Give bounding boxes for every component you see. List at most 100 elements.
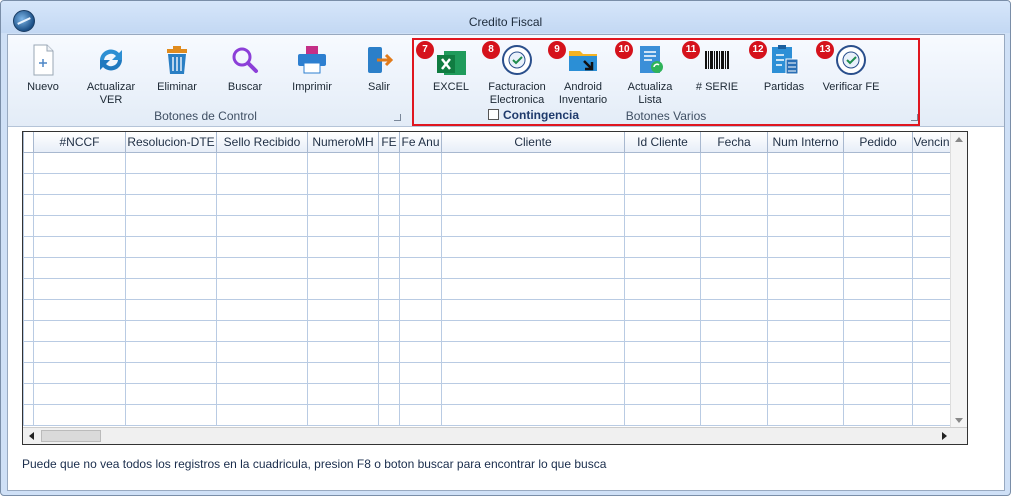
table-cell[interactable] — [700, 193, 768, 216]
table-cell[interactable] — [125, 340, 217, 363]
table-cell[interactable] — [399, 361, 442, 384]
table-cell[interactable] — [33, 172, 126, 195]
table-cell[interactable] — [378, 151, 400, 174]
table-cell[interactable] — [843, 256, 913, 279]
table-cell[interactable] — [33, 298, 126, 321]
table-cell[interactable] — [125, 172, 217, 195]
table-cell[interactable] — [912, 193, 951, 216]
table-cell[interactable] — [700, 172, 768, 195]
table-cell[interactable] — [912, 319, 951, 342]
table-cell[interactable] — [441, 403, 625, 426]
table-cell[interactable] — [216, 277, 308, 300]
row-header-cell[interactable] — [23, 214, 34, 237]
table-cell[interactable] — [399, 277, 442, 300]
table-row[interactable] — [23, 361, 951, 384]
table-cell[interactable] — [33, 382, 126, 405]
table-cell[interactable] — [216, 340, 308, 363]
serie-button[interactable]: 11 # SERIE — [682, 41, 750, 94]
table-cell[interactable] — [767, 340, 844, 363]
table-cell[interactable] — [307, 340, 379, 363]
table-cell[interactable] — [307, 214, 379, 237]
table-cell[interactable] — [767, 151, 844, 174]
table-row[interactable] — [23, 382, 951, 405]
table-cell[interactable] — [216, 172, 308, 195]
table-cell[interactable] — [399, 151, 442, 174]
table-cell[interactable] — [378, 403, 400, 426]
table-cell[interactable] — [378, 235, 400, 258]
table-cell[interactable] — [33, 340, 126, 363]
table-cell[interactable] — [700, 361, 768, 384]
table-cell[interactable] — [767, 235, 844, 258]
table-cell[interactable] — [399, 214, 442, 237]
table-cell[interactable] — [33, 319, 126, 342]
table-cell[interactable] — [843, 172, 913, 195]
column-header-vencimiento[interactable]: Vencin — [912, 132, 951, 153]
table-row[interactable] — [23, 319, 951, 342]
table-cell[interactable] — [441, 172, 625, 195]
table-cell[interactable] — [378, 277, 400, 300]
table-cell[interactable] — [399, 193, 442, 216]
table-cell[interactable] — [441, 151, 625, 174]
table-cell[interactable] — [843, 382, 913, 405]
row-header-cell[interactable] — [23, 256, 34, 279]
table-cell[interactable] — [843, 151, 913, 174]
table-cell[interactable] — [912, 403, 951, 426]
table-cell[interactable] — [700, 151, 768, 174]
table-cell[interactable] — [843, 193, 913, 216]
table-row[interactable] — [23, 193, 951, 216]
table-cell[interactable] — [912, 382, 951, 405]
table-cell[interactable] — [399, 382, 442, 405]
table-cell[interactable] — [441, 277, 625, 300]
refresh-view-button[interactable]: Actualizar VER — [78, 43, 144, 107]
table-cell[interactable] — [624, 214, 701, 237]
table-cell[interactable] — [216, 382, 308, 405]
table-cell[interactable] — [33, 256, 126, 279]
table-cell[interactable] — [912, 151, 951, 174]
table-cell[interactable] — [624, 361, 701, 384]
table-cell[interactable] — [399, 319, 442, 342]
table-cell[interactable] — [624, 172, 701, 195]
column-header-fecha[interactable]: Fecha — [700, 132, 768, 153]
column-header-cliente[interactable]: Cliente — [441, 132, 625, 153]
table-cell[interactable] — [33, 277, 126, 300]
table-cell[interactable] — [125, 214, 217, 237]
table-row[interactable] — [23, 340, 951, 363]
table-cell[interactable] — [700, 256, 768, 279]
table-cell[interactable] — [767, 403, 844, 426]
table-cell[interactable] — [624, 298, 701, 321]
row-header-cell[interactable] — [23, 382, 34, 405]
table-cell[interactable] — [912, 277, 951, 300]
table-cell[interactable] — [378, 340, 400, 363]
table-cell[interactable] — [767, 319, 844, 342]
table-cell[interactable] — [441, 298, 625, 321]
table-cell[interactable] — [441, 214, 625, 237]
table-row[interactable] — [23, 277, 951, 300]
table-row[interactable] — [23, 403, 951, 426]
table-cell[interactable] — [307, 193, 379, 216]
row-header-cell[interactable] — [23, 403, 34, 426]
row-header-cell[interactable] — [23, 235, 34, 258]
table-cell[interactable] — [307, 361, 379, 384]
table-cell[interactable] — [216, 298, 308, 321]
scroll-up-arrow-icon[interactable] — [955, 137, 963, 142]
table-cell[interactable] — [378, 319, 400, 342]
facturacion-electronica-button[interactable]: 8 Facturacion Electronica — [482, 41, 550, 107]
table-cell[interactable] — [700, 277, 768, 300]
table-cell[interactable] — [125, 277, 217, 300]
table-cell[interactable] — [624, 319, 701, 342]
table-cell[interactable] — [767, 277, 844, 300]
table-cell[interactable] — [307, 235, 379, 258]
table-cell[interactable] — [33, 214, 126, 237]
table-cell[interactable] — [767, 193, 844, 216]
column-header-fe[interactable]: FE — [378, 132, 400, 153]
table-cell[interactable] — [378, 214, 400, 237]
control-group-launcher[interactable] — [394, 114, 401, 121]
table-cell[interactable] — [125, 403, 217, 426]
table-cell[interactable] — [441, 235, 625, 258]
table-row[interactable] — [23, 172, 951, 195]
column-header-sello-recibido[interactable]: Sello Recibido — [216, 132, 308, 153]
table-row[interactable] — [23, 298, 951, 321]
table-cell[interactable] — [700, 298, 768, 321]
table-cell[interactable] — [912, 361, 951, 384]
table-cell[interactable] — [700, 340, 768, 363]
